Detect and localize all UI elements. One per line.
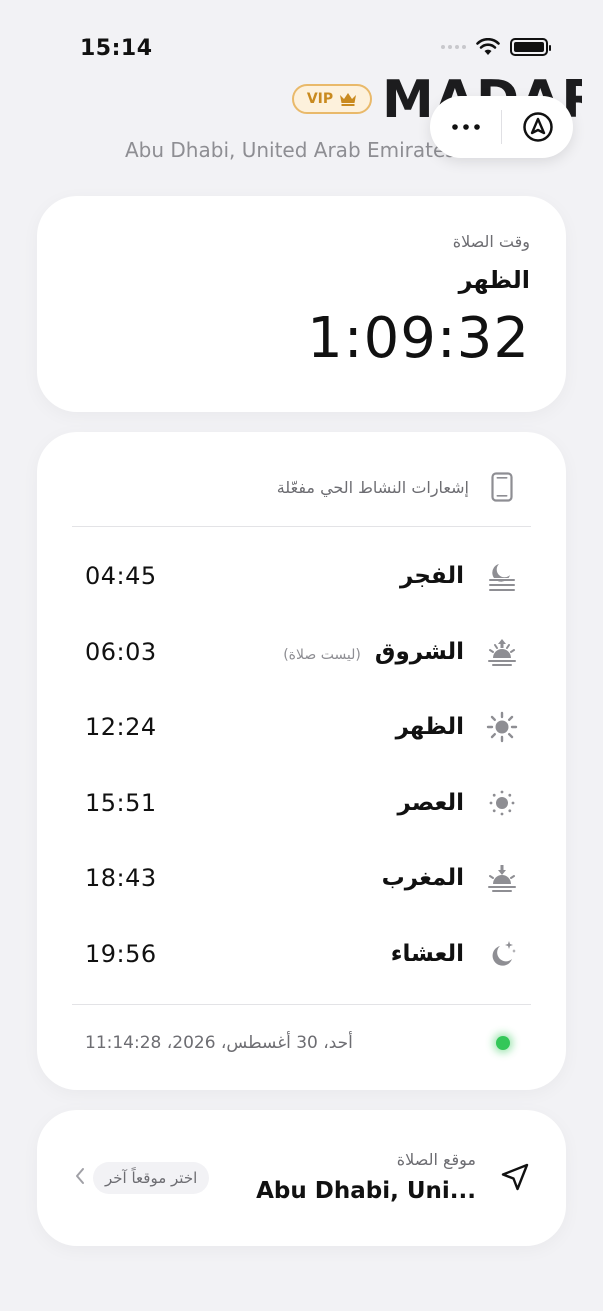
phone-icon	[491, 472, 513, 502]
location-arrow-icon	[501, 1163, 529, 1191]
prayer-name: الفجر	[400, 563, 464, 589]
wifi-icon	[476, 38, 500, 55]
prayer-row-dhuhr: 12:24 الظهر	[85, 707, 518, 747]
notification-text: إشعارات النشاط الحي مفعّلة	[276, 477, 469, 497]
prayer-note: (ليست صلاة)	[283, 647, 361, 663]
prayer-name: الظهر	[395, 714, 464, 740]
signal-icon	[441, 45, 466, 49]
crown-icon	[340, 93, 357, 106]
prayer-row-maghrib: 18:43 المغرب	[85, 858, 518, 898]
more-icon	[451, 124, 480, 130]
fajr-moon-icon	[486, 560, 518, 592]
prayer-row-fajr: 04:45 الفجر	[85, 556, 518, 596]
prayer-times-card: إشعارات النشاط الحي مفعّلة 04:45 الفجر 0…	[37, 432, 566, 1090]
moon-stars-icon	[486, 938, 518, 970]
sunrise-icon	[486, 636, 518, 668]
countdown-prayer: الظهر	[458, 266, 530, 294]
location-name: Abu Dhabi, Uni...	[256, 1178, 476, 1204]
sunset-icon	[486, 862, 518, 894]
status-indicators	[441, 38, 551, 56]
prayer-name: العشاء	[390, 941, 464, 967]
prayer-time: 04:45	[85, 562, 157, 590]
divider	[72, 526, 531, 527]
prayer-time: 18:43	[85, 864, 157, 892]
live-activity-notification[interactable]: إشعارات النشاط الحي مفعّلة	[72, 462, 531, 512]
prayer-row-sunrise: 06:03 الشروق (ليست صلاة)	[85, 632, 518, 672]
status-time: 15:14	[80, 36, 153, 61]
choose-location-button[interactable]: اختر موقعاً آخر	[93, 1162, 210, 1194]
divider	[72, 1004, 531, 1005]
action-pill	[430, 96, 573, 158]
prayer-name: العصر	[397, 790, 464, 816]
vip-label: VIP	[306, 91, 334, 107]
live-status-dot	[496, 1036, 510, 1050]
prayer-time: 15:51	[85, 789, 157, 817]
location-card[interactable]: موقع الصلاة Abu Dhabi, Uni... اختر موقعا…	[37, 1110, 566, 1246]
navigation-button[interactable]	[502, 96, 573, 158]
more-button[interactable]	[430, 96, 501, 158]
vip-badge[interactable]: VIP	[292, 84, 372, 114]
countdown-card: وقت الصلاة الظهر 1:09:32	[37, 196, 566, 412]
current-datetime: أحد، 30 أغسطس، 2026، 11:14:28	[85, 1033, 353, 1053]
sun-small-icon	[486, 787, 518, 819]
prayer-name-wrap: الشروق (ليست صلاة)	[283, 639, 464, 665]
prayer-time: 19:56	[85, 940, 157, 968]
navigation-arrow-icon	[522, 112, 553, 142]
battery-icon	[510, 38, 551, 56]
live-status-row: أحد، 30 أغسطس، 2026، 11:14:28	[85, 1028, 518, 1058]
prayer-time: 06:03	[85, 638, 157, 666]
prayer-row-isha: 19:56 العشاء	[85, 934, 518, 974]
sun-icon	[486, 711, 518, 743]
prayer-name: المغرب	[381, 865, 464, 891]
prayer-time: 12:24	[85, 713, 157, 741]
countdown-label: وقت الصلاة	[452, 232, 530, 251]
prayer-name: الشروق	[374, 639, 464, 665]
countdown-time: 1:09:32	[307, 306, 530, 371]
location-label: موقع الصلاة	[396, 1150, 476, 1169]
chevron-left-icon[interactable]	[75, 1167, 85, 1185]
prayer-row-asr: 15:51 العصر	[85, 783, 518, 823]
